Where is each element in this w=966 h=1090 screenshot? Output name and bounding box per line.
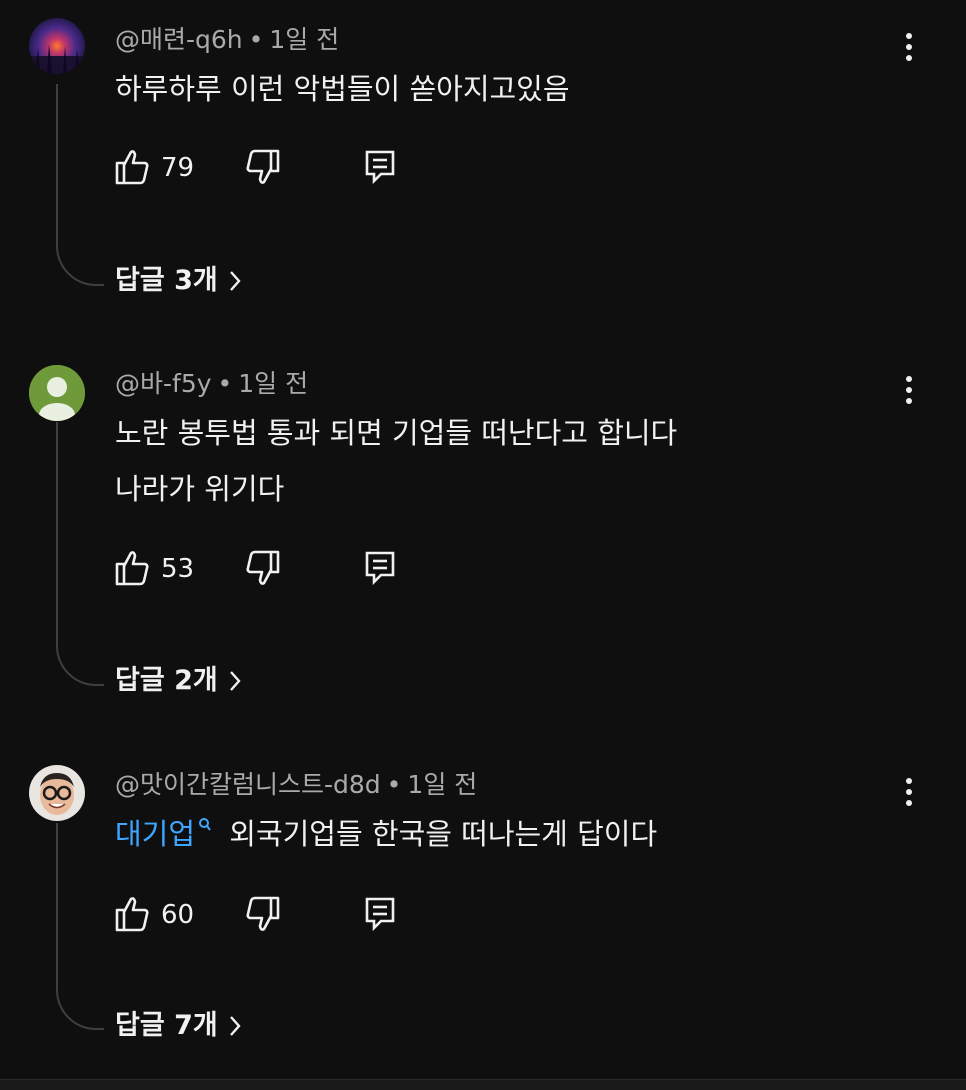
replies-toggle[interactable]: 답글 7개 [115, 1006, 242, 1046]
dislike-button[interactable] [245, 549, 285, 589]
thumbs-up-icon [115, 150, 149, 185]
comment-meta: @바-f5y • 1일 전 [115, 369, 308, 399]
replies-toggle[interactable]: 답글 3개 [115, 261, 242, 301]
like-count: 53 [161, 554, 195, 584]
comment-author[interactable]: @바-f5y [115, 369, 212, 398]
comment-meta: @맛이간칼럼니스트-d8d • 1일 전 [115, 770, 477, 800]
meta-separator: • [248, 25, 264, 54]
thumbs-up-icon [115, 551, 149, 586]
hashtag-link[interactable]: 대기업 [115, 817, 212, 851]
like-count: 60 [161, 900, 195, 930]
like-count: 79 [161, 153, 195, 183]
comment-text-line: 나라가 위기다 [115, 472, 285, 506]
meta-separator: • [217, 369, 233, 398]
reply-comment-icon [365, 551, 395, 586]
replies-toggle[interactable]: 답글 2개 [115, 661, 242, 701]
thread-connector-line [56, 84, 104, 286]
replies-label: 답글 2개 [115, 665, 218, 696]
thread-connector-line [56, 422, 104, 686]
like-button[interactable] [114, 549, 154, 589]
chevron-right-icon [229, 271, 241, 291]
comment-text-line: 노란 봉투법 통과 되면 기업들 떠난다고 합니다 [115, 416, 678, 450]
replies-label: 답글 7개 [115, 1010, 218, 1041]
comment-time: 1일 전 [269, 25, 340, 54]
comment-author[interactable]: @매련-q6h [115, 25, 243, 54]
thumbs-down-icon [246, 896, 280, 931]
replies-label: 답글 3개 [115, 265, 218, 296]
reply-comment-icon [365, 150, 395, 185]
avatar[interactable] [29, 365, 85, 421]
more-vert-icon[interactable] [898, 373, 920, 409]
reply-button[interactable] [363, 895, 403, 935]
chevron-right-icon [229, 671, 241, 691]
bottom-divider [0, 1079, 966, 1090]
avatar[interactable] [29, 18, 85, 74]
comment-time: 1일 전 [238, 369, 309, 398]
thumbs-up-icon [115, 897, 149, 932]
thumbs-down-icon [246, 550, 280, 585]
thread-connector-line [56, 823, 104, 1030]
reply-comment-icon [365, 897, 395, 932]
more-vert-icon[interactable] [898, 775, 920, 811]
comment-meta: @매련-q6h • 1일 전 [115, 25, 339, 55]
comment-text-line: 하루하루 이런 악법들이 쏟아지고있음 [115, 72, 570, 106]
comment-text-line: 대기업 외국기업들 한국을 떠나는게 답이다 [115, 816, 657, 852]
meta-separator: • [386, 770, 402, 799]
reply-button[interactable] [363, 549, 403, 589]
more-vert-icon[interactable] [898, 30, 920, 66]
search-icon [199, 818, 211, 831]
dislike-button[interactable] [245, 895, 285, 935]
thumbs-down-icon [246, 149, 280, 184]
like-button[interactable] [114, 895, 154, 935]
comment-author[interactable]: @맛이간칼럼니스트-d8d [115, 770, 381, 799]
dislike-button[interactable] [245, 148, 285, 188]
hashtag-text: 대기업 [115, 817, 196, 851]
comment-time: 1일 전 [407, 770, 478, 799]
reply-button[interactable] [363, 148, 403, 188]
like-button[interactable] [114, 148, 154, 188]
comment-text: 외국기업들 한국을 떠나는게 답이다 [229, 817, 658, 851]
avatar[interactable] [29, 765, 85, 821]
chevron-right-icon [229, 1016, 241, 1036]
